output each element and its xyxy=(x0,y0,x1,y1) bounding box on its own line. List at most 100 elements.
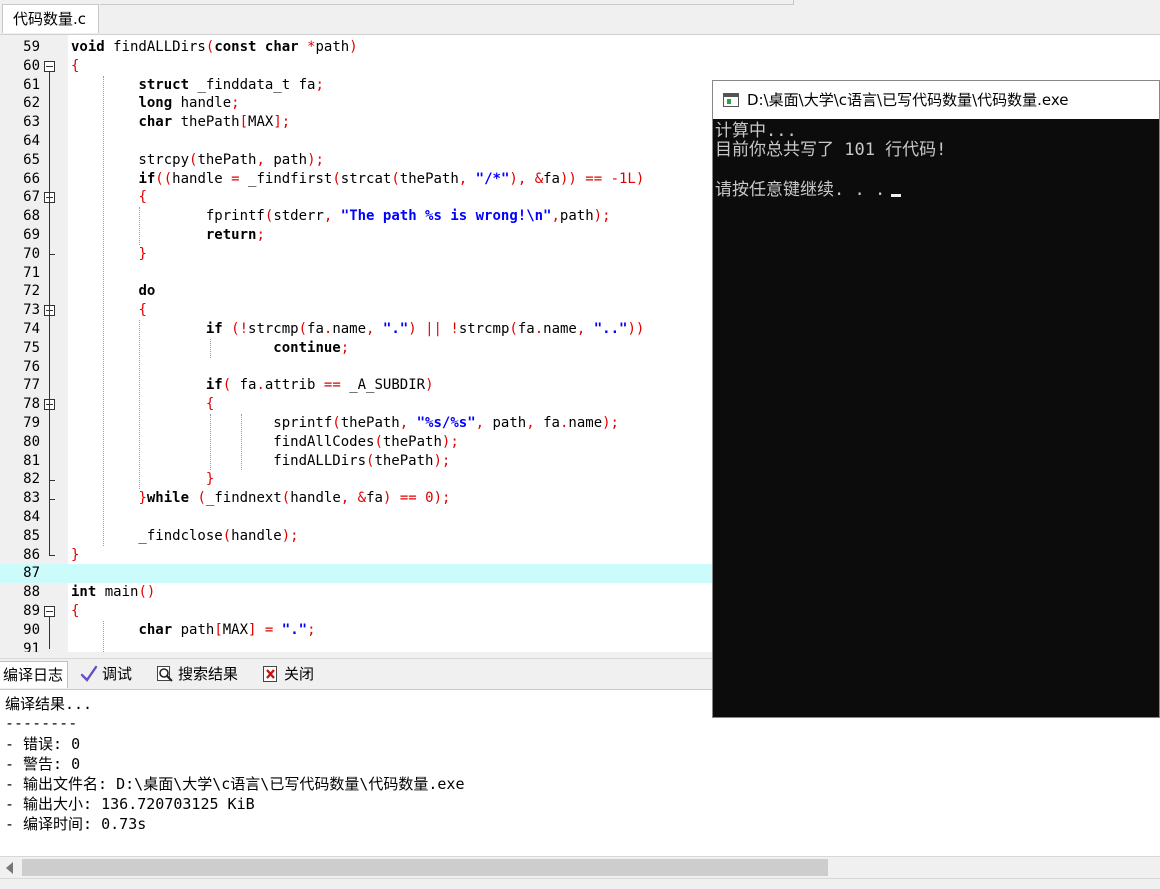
line-number: 76 xyxy=(23,358,40,375)
code-text: if( fa.attrib == _A_SUBDIR) xyxy=(205,377,434,394)
code-text: { xyxy=(205,396,215,413)
line-number: 82 xyxy=(23,471,40,488)
log-warnings: - 警告: 0 xyxy=(5,755,81,773)
indent-guide xyxy=(103,75,104,546)
scroll-left-icon[interactable] xyxy=(6,862,13,874)
fold-toggle-icon[interactable] xyxy=(44,605,55,617)
line-number: 73 xyxy=(23,302,40,319)
tab-debug[interactable]: 调试 xyxy=(80,661,132,687)
code-text: } xyxy=(205,471,215,488)
code-text: if((handle = _findfirst(strcat(thePath, … xyxy=(138,170,645,187)
tab-search-results-label: 搜索结果 xyxy=(178,665,239,683)
tab-compile-log[interactable]: 编译日志 xyxy=(0,661,69,688)
code-text: { xyxy=(71,57,80,74)
line-number: 86 xyxy=(23,546,40,563)
code-text: sprintf(thePath, "%s/%s", path, fa.name)… xyxy=(71,415,619,431)
log-title: 编译结果... xyxy=(5,695,93,713)
line-number: 59 xyxy=(23,39,40,55)
tab-close[interactable]: 关闭 xyxy=(262,661,314,687)
code-text: fprintf(stderr, "The path %s is wrong!\n… xyxy=(71,208,611,225)
line-number: 65 xyxy=(23,151,40,168)
code-text: } xyxy=(71,546,80,563)
line-number: 74 xyxy=(23,321,40,337)
line-number: 89 xyxy=(23,603,40,619)
console-window[interactable]: D:\桌面\大学\c语言\已写代码数量\代码数量.exe 计算中... 目前你总… xyxy=(712,80,1160,718)
console-line-result: 目前你总共写了 101 行代码! xyxy=(715,140,947,160)
log-errors: - 错误: 0 xyxy=(5,735,81,753)
line-number: 78 xyxy=(23,396,40,413)
code-text: if (!strcmp(fa.name, ".") || !strcmp(fa.… xyxy=(205,321,645,337)
editor-tab-strip: 代码数量.c xyxy=(0,0,1160,34)
close-icon xyxy=(262,665,280,683)
line-number: 83 xyxy=(23,490,40,507)
line-number: 68 xyxy=(23,208,40,225)
line-number: 62 xyxy=(23,95,40,112)
code-text: strcpy(thePath, path); xyxy=(71,151,324,168)
line-number: 79 xyxy=(23,415,40,431)
code-text: findAllCodes(thePath); xyxy=(71,433,459,450)
line-number: 88 xyxy=(23,584,40,601)
code-text: }while (_findnext(handle, &fa) == 0); xyxy=(138,490,451,507)
line-number: 64 xyxy=(23,133,40,149)
tab-compile-log-label: 编译日志 xyxy=(3,666,64,684)
line-number: 80 xyxy=(23,433,40,450)
console-app-icon xyxy=(723,93,739,107)
tab-search-results[interactable]: 搜索结果 xyxy=(156,661,238,687)
check-icon xyxy=(80,665,98,683)
horizontal-scrollbar[interactable] xyxy=(0,856,1160,878)
fold-end-tick xyxy=(49,498,55,500)
code-text: { xyxy=(138,302,147,319)
line-number: 87 xyxy=(23,565,40,582)
console-press-key-text: 请按任意键继续. . . xyxy=(715,180,886,200)
fold-end-tick xyxy=(49,555,55,556)
fold-line xyxy=(49,71,50,555)
line-number: 70 xyxy=(23,245,40,262)
line-number: 85 xyxy=(23,527,40,544)
log-divider: -------- xyxy=(5,714,78,732)
line-number: 84 xyxy=(23,509,40,525)
code-text: } xyxy=(138,245,147,262)
code-text: int main() xyxy=(71,584,156,601)
code-line[interactable]: 60 { xyxy=(0,57,1160,76)
line-number: 77 xyxy=(23,377,40,394)
status-bar xyxy=(0,878,1160,889)
bottom-panel-tabs: 编译日志 调试 搜索结果 关闭 xyxy=(0,658,712,689)
line-number: 90 xyxy=(23,621,40,638)
indent-guide xyxy=(241,414,242,471)
file-tab[interactable]: 代码数量.c xyxy=(2,4,99,33)
line-number: 75 xyxy=(23,339,40,356)
tab-strip-border xyxy=(100,4,793,5)
line-number: 72 xyxy=(23,283,40,300)
line-number: 71 xyxy=(23,264,40,281)
tab-debug-label: 调试 xyxy=(102,665,133,683)
indent-guide xyxy=(139,207,140,245)
fold-line xyxy=(49,616,50,649)
fold-toggle-icon[interactable] xyxy=(44,60,55,72)
log-output-file: - 输出文件名: D:\桌面\大学\c语言\已写代码数量\代码数量.exe xyxy=(5,775,465,793)
indent-guide xyxy=(210,338,211,358)
code-text: findALLDirs(thePath); xyxy=(71,452,451,469)
line-number: 60 xyxy=(23,57,40,74)
console-title-bar[interactable]: D:\桌面\大学\c语言\已写代码数量\代码数量.exe xyxy=(713,81,1159,119)
indent-guide xyxy=(103,620,104,652)
console-title: D:\桌面\大学\c语言\已写代码数量\代码数量.exe xyxy=(747,91,1069,109)
code-text: void findALLDirs(const char *path) xyxy=(71,39,358,55)
line-number: 81 xyxy=(23,452,40,469)
code-text: return; xyxy=(205,227,265,243)
tab-close-label: 关闭 xyxy=(284,665,315,683)
code-text: { xyxy=(138,189,147,206)
fold-end-tick xyxy=(49,254,55,256)
line-number: 61 xyxy=(23,76,40,93)
code-text: char path[MAX] = "."; xyxy=(138,621,316,638)
line-number: 91 xyxy=(23,640,40,652)
log-output-size: - 输出大小: 136.720703125 KiB xyxy=(5,795,255,813)
console-line-press-key: 请按任意键继续. . . xyxy=(715,179,902,201)
log-compile-time: - 编译时间: 0.73s xyxy=(5,815,147,833)
code-line[interactable]: 59 void findALLDirs(const char *path) xyxy=(0,38,1160,57)
line-number: 66 xyxy=(23,170,40,187)
console-cursor xyxy=(891,194,902,197)
scrollbar-thumb[interactable] xyxy=(22,859,828,876)
console-output[interactable]: 计算中... 目前你总共写了 101 行代码! 请按任意键继续. . . xyxy=(713,119,1159,717)
code-text: _findclose(handle); xyxy=(71,527,299,544)
code-text: struct _finddata_t fa; xyxy=(138,76,324,93)
